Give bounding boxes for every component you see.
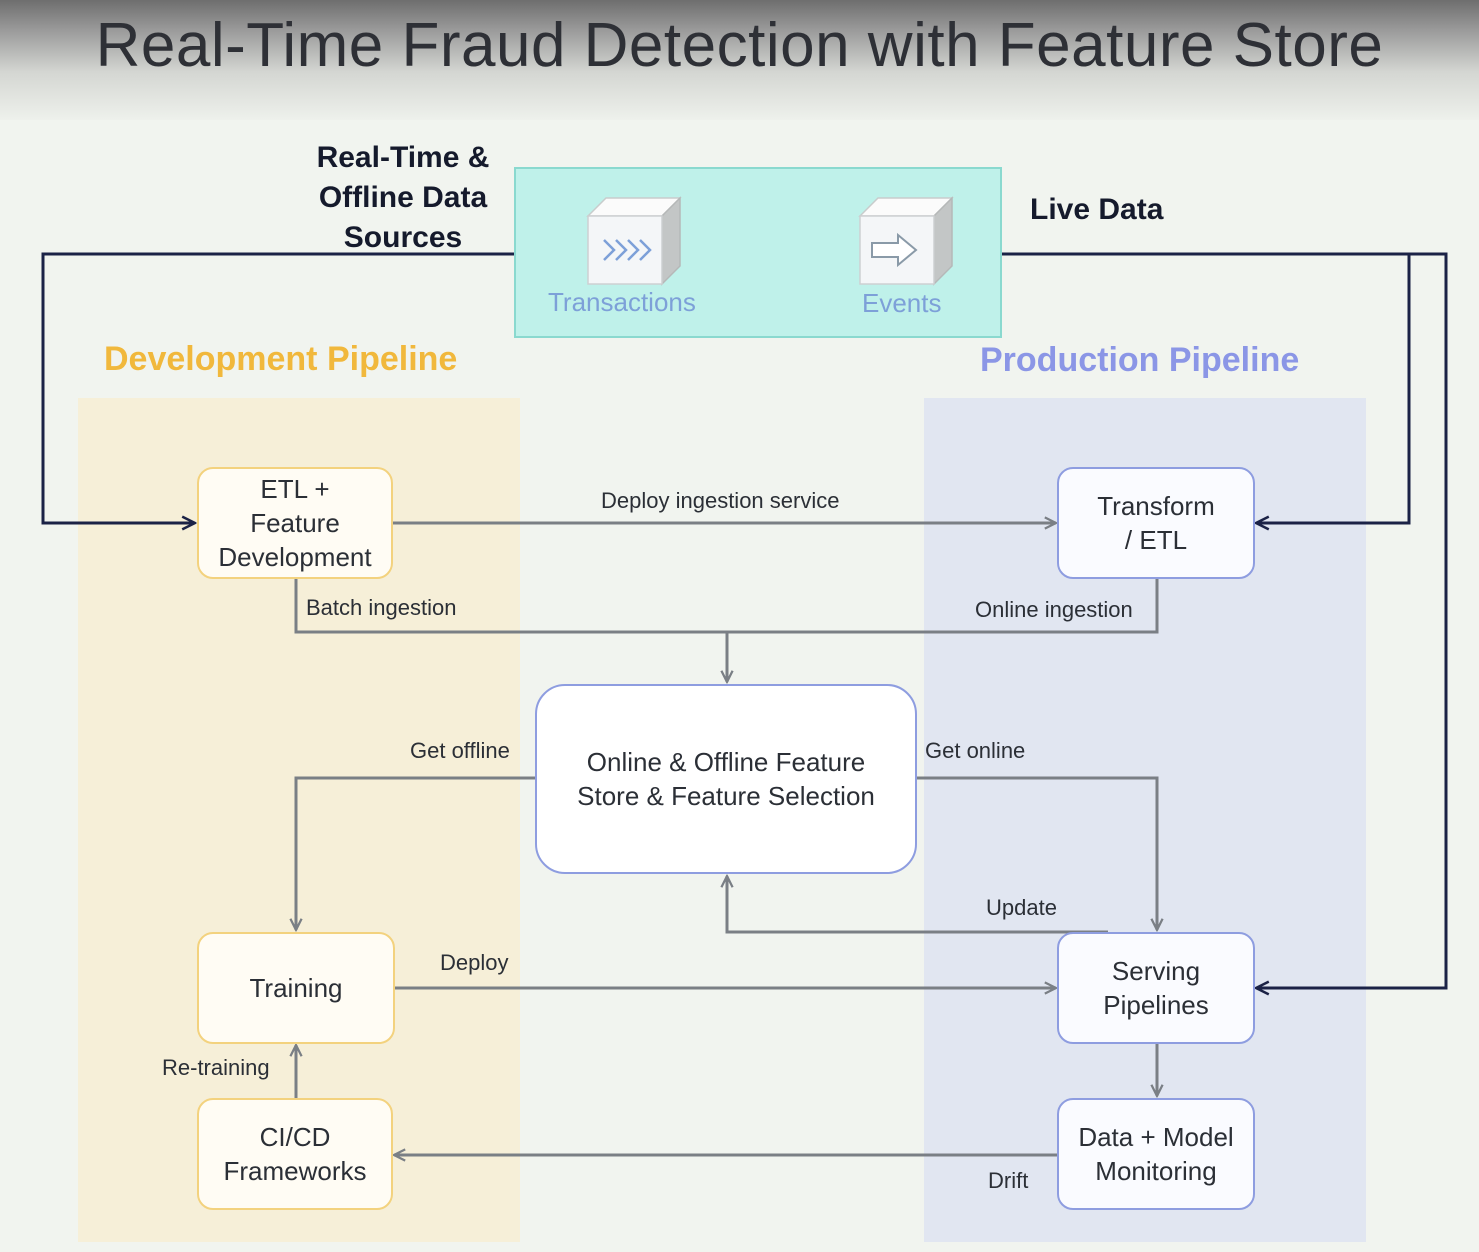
drift-label: Drift — [988, 1168, 1029, 1193]
live-to-serving-wire — [1256, 252, 1448, 988]
chevrons-icon — [586, 196, 682, 286]
feature-store-node[interactable]: Online & Offline Feature Store & Feature… — [535, 684, 917, 874]
live-data-label: Live Data — [1030, 193, 1164, 226]
monitoring-node[interactable]: Data + Model Monitoring — [1057, 1098, 1255, 1210]
serving-pipelines-text: Serving Pipelines — [1103, 956, 1209, 1020]
training-text: Training — [249, 973, 343, 1003]
transform-etl-text: Transform / ETL — [1097, 491, 1215, 555]
events-label: Events — [862, 288, 942, 318]
feature-store-text: Online & Offline Feature Store & Feature… — [577, 747, 875, 811]
etl-feature-development-node[interactable]: ETL + Feature Development — [197, 467, 393, 579]
arrow-right-icon — [858, 196, 954, 286]
etl-feature-development-text: ETL + Feature Development — [218, 474, 372, 572]
get-online-label: Get online — [925, 738, 1026, 763]
transform-etl-node[interactable]: Transform / ETL — [1057, 467, 1255, 579]
training-node[interactable]: Training — [197, 932, 395, 1044]
get-offline-label: Get offline — [410, 738, 510, 763]
cicd-frameworks-text: CI/CD Frameworks — [223, 1122, 367, 1186]
update-label: Update — [986, 895, 1057, 920]
data-sources-heading: Real-Time & Offline Data Sources — [316, 141, 490, 254]
deploy-label: Deploy — [440, 950, 509, 975]
get-offline-wire — [296, 776, 535, 930]
serving-pipelines-node[interactable]: Serving Pipelines — [1057, 932, 1255, 1044]
retraining-label: Re-training — [162, 1055, 270, 1080]
data-sources-box: Transactions Events — [514, 167, 1002, 338]
cicd-frameworks-node[interactable]: CI/CD Frameworks — [197, 1098, 393, 1210]
batch-ingestion-label: Batch ingestion — [306, 595, 457, 620]
transactions-label: Transactions — [548, 287, 696, 317]
online-ingestion-label: Online ingestion — [975, 597, 1133, 622]
monitoring-text: Data + Model Monitoring — [1078, 1122, 1234, 1186]
deploy-ingestion-label: Deploy ingestion service — [601, 488, 840, 513]
